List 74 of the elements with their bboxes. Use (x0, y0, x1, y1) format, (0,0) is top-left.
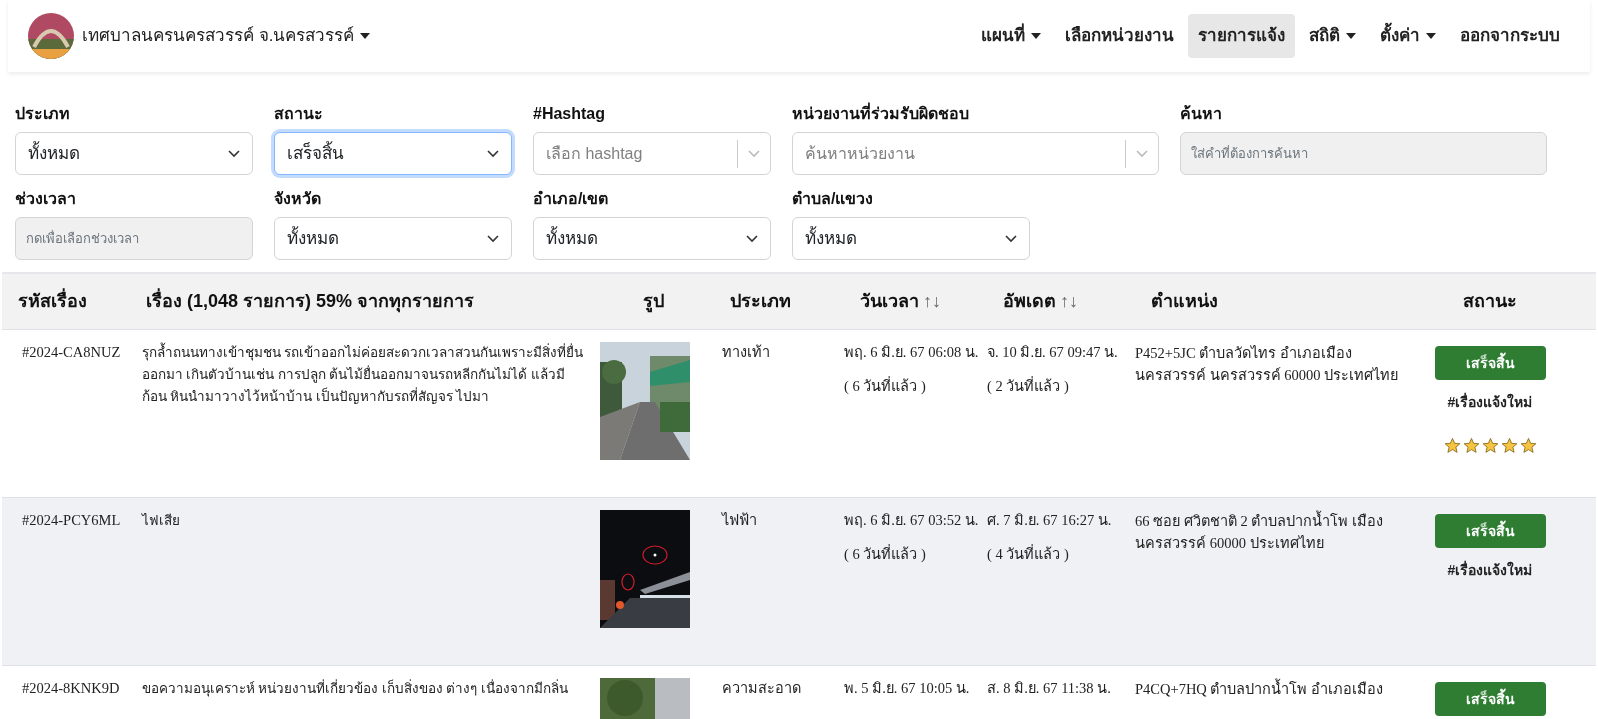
dropdown-select[interactable]: ทั้งหมด (792, 217, 1030, 260)
table-cell: ขอความอนุเคราะห์ หน่วยงานที่เกี่ยวข้อง เก็บสิ่งของ ต่างๆ เนื่องจากมีกลิ่น (142, 681, 568, 696)
logo-icon (28, 13, 74, 59)
column-header: ประเภท (730, 291, 791, 311)
chevron-down-icon (487, 149, 499, 158)
table-cell: #2024-8KNK9D (22, 680, 120, 696)
filter-label: #Hashtag (533, 104, 607, 124)
caret-icon (1426, 33, 1436, 39)
status-button[interactable]: เสร็จสิ้น (1434, 514, 1546, 548)
input-field[interactable]: กดเพื่อเลือกช่วงเวลา (15, 217, 253, 260)
filter-label: จังหวัด (274, 189, 322, 209)
table-cell: #2024-CA8NUZ (22, 344, 121, 360)
star-icon (1443, 437, 1461, 454)
chevron-down-icon (228, 149, 240, 158)
table-cell: ไฟเสีย (142, 513, 180, 528)
dropdown-select[interactable]: ทั้งหมด (533, 217, 771, 260)
combo-box[interactable]: ค้นหาหน่วยงาน (792, 132, 1159, 175)
table-cell: ทางเท้า (722, 344, 770, 360)
nav-menu-item[interactable]: ออกจากระบบ (1450, 14, 1570, 58)
table-cell: ไฟฟ้า (722, 512, 757, 528)
table-cell-text: ( 4 วันที่แล้ว ) (987, 543, 1070, 564)
filter-label: ตำบล/แขวง (792, 189, 875, 209)
brand-link[interactable]: เทศบาลนครนครสวรรค์ จ.นครสวรรค์ (28, 13, 371, 59)
caret-icon (1346, 33, 1356, 39)
combo-box[interactable]: เลือก hashtag (533, 132, 771, 175)
tag-label: #เรื่องแจ้งใหม่ (1447, 392, 1533, 412)
star-icon (1462, 437, 1480, 454)
dropdown-select[interactable]: เสร็จสิ้น (274, 132, 512, 175)
chevron-down-icon (746, 234, 758, 243)
star-icon (1519, 437, 1537, 454)
combo-input[interactable]: เลือก hashtag (546, 141, 737, 166)
filter-label: สถานะ (274, 104, 324, 124)
table-cell: ความสะอาด (722, 680, 801, 696)
tag-label: #เรื่องแจ้งใหม่ (1447, 560, 1533, 580)
caret-icon (1031, 33, 1041, 39)
table-cell: P452+5JC ตำบลวัดไทร อำเภอเมืองนครสวรรค์ นครสวรรค์ 60000 ประเทศไทย (1135, 345, 1399, 383)
table-cell-text: ศ. 7 มิ.ย. 67 16:27 น. (987, 511, 1113, 530)
status-button[interactable]: เสร็จสิ้น (1434, 346, 1546, 380)
nav-menu-item[interactable]: แผนที่ (971, 14, 1051, 58)
status-button[interactable]: เสร็จสิ้น (1434, 682, 1546, 716)
table-cell-text: จ. 10 มิ.ย. 67 09:47 น. (987, 343, 1119, 362)
table-cell-text: ( 6 วันที่แล้ว ) (844, 375, 927, 396)
column-header: ตำแหน่ง (1151, 291, 1218, 311)
nav-menu-item[interactable]: รายการแจ้ง (1188, 14, 1295, 58)
sortable-column-header[interactable]: วันเวลา ↑↓ (860, 288, 941, 315)
star-icon (1481, 437, 1499, 454)
dropdown-select[interactable]: ทั้งหมด (274, 217, 512, 260)
filter-label: ค้นหา (1180, 104, 1223, 124)
chevron-down-icon (1005, 234, 1017, 243)
sortable-column-header[interactable]: อัพเดต ↑↓ (1003, 288, 1078, 315)
chevron-down-icon (748, 149, 760, 158)
nav-menu-item[interactable]: ตั้งค่า (1370, 14, 1446, 58)
filter-label: ประเภท (15, 104, 71, 124)
table-cell-text: ( 6 วันที่แล้ว ) (844, 543, 927, 564)
table-cell: #2024-PCY6ML (22, 512, 121, 528)
brand-name: เทศบาลนครนครสวรรค์ จ.นครสวรรค์ (82, 25, 355, 48)
table-cell-text: พฤ. 6 มิ.ย. 67 06:08 น. (844, 343, 980, 362)
dropdown-select[interactable]: ทั้งหมด (15, 132, 253, 175)
table-cell-text: พฤ. 6 มิ.ย. 67 03:52 น. (844, 511, 980, 530)
column-header: รูป (642, 291, 664, 311)
chevron-down-icon (1136, 149, 1148, 158)
filter-label: ช่วงเวลา (15, 189, 77, 209)
combo-input[interactable]: ค้นหาหน่วยงาน (805, 141, 1125, 166)
chevron-down-icon (487, 234, 499, 243)
nav-menu-item[interactable]: เลือกหน่วยงาน (1055, 14, 1184, 58)
filter-label: อำเภอ/เขต (533, 189, 610, 209)
input-field[interactable]: ใส่คำที่ต้องการค้นหา (1180, 132, 1547, 175)
filter-label: หน่วยงานที่ร่วมรับผิดชอบ (792, 102, 1159, 126)
column-header: สถานะ (1463, 291, 1517, 311)
table-cell-text: ส. 8 มิ.ย. 67 11:38 น. (987, 679, 1112, 698)
table-cell-text: ( 2 วันที่แล้ว ) (987, 375, 1070, 396)
star-icon (1500, 437, 1518, 454)
nav-menu-item[interactable]: สถิติ (1299, 14, 1366, 58)
table-cell-text: พ. 5 มิ.ย. 67 10:05 น. (844, 679, 971, 698)
